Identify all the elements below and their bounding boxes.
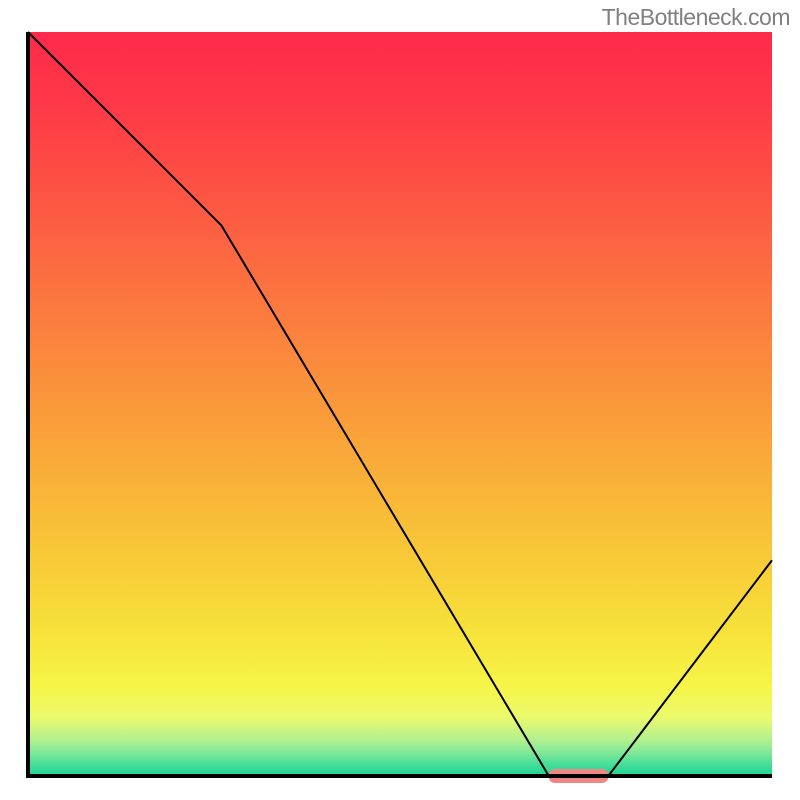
bottleneck-chart bbox=[0, 0, 800, 800]
chart-container: TheBottleneck.com bbox=[0, 0, 800, 800]
attribution-text: TheBottleneck.com bbox=[602, 4, 790, 31]
